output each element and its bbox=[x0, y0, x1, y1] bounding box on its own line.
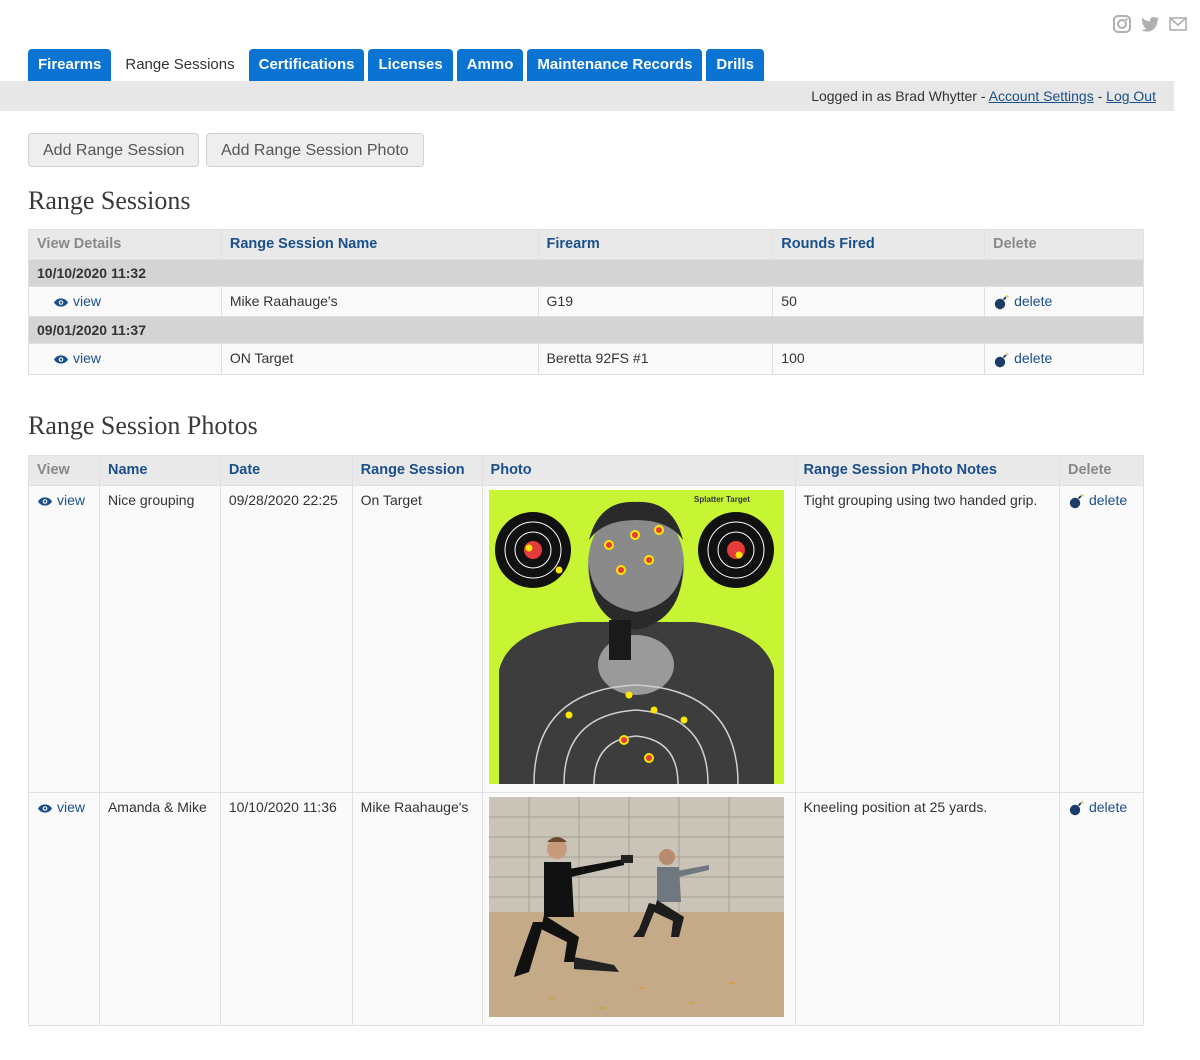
rounds-cell: 100 bbox=[772, 343, 986, 375]
social-links bbox=[1112, 14, 1188, 34]
logout-link[interactable]: Log Out bbox=[1106, 88, 1156, 104]
delete-cell: delete bbox=[984, 285, 1144, 318]
delete-cell: delete bbox=[984, 343, 1144, 375]
photo-name-cell: Amanda & Mike bbox=[98, 792, 221, 1026]
delete-link[interactable]: delete bbox=[993, 350, 1053, 367]
firearm-cell: Beretta 92FS #1 bbox=[537, 343, 774, 375]
view-label: view bbox=[73, 293, 102, 309]
view-link[interactable]: view bbox=[37, 799, 85, 815]
view-cell: view bbox=[28, 485, 100, 793]
range-session-photos-table: View Name Date Range Session Photo Range… bbox=[28, 455, 1145, 1026]
photo-cell: Splatter Target bbox=[481, 485, 796, 793]
view-cell: view bbox=[28, 285, 222, 318]
tab-range-sessions[interactable]: Range Sessions bbox=[115, 49, 245, 81]
column-header: View Details bbox=[28, 229, 222, 260]
bomb-icon bbox=[994, 352, 1009, 367]
table-row: view Nice grouping 09/28/2020 22:25 On T… bbox=[28, 485, 1145, 793]
column-header: Delete bbox=[1058, 455, 1145, 486]
tab-drills[interactable]: Drills bbox=[706, 49, 764, 81]
column-header[interactable]: Photo bbox=[481, 455, 796, 486]
username: Brad Whytter bbox=[895, 88, 977, 104]
delete-label: delete bbox=[1088, 799, 1128, 815]
table-header-row: View Name Date Range Session Photo Range… bbox=[28, 455, 1145, 486]
firearm-cell: G19 bbox=[537, 285, 774, 318]
table-header-row: View Details Range Session Name Firearm … bbox=[28, 229, 1144, 260]
photo-session-cell: On Target bbox=[351, 485, 483, 793]
range-photo[interactable] bbox=[488, 797, 784, 1017]
main-tabs: Firearms Range Sessions Certifications L… bbox=[28, 49, 764, 81]
photo-cell bbox=[481, 792, 796, 1026]
range-sessions-table: View Details Range Session Name Firearm … bbox=[28, 229, 1144, 375]
tab-ammo[interactable]: Ammo bbox=[456, 49, 524, 81]
view-link[interactable]: view bbox=[53, 293, 101, 309]
column-header[interactable]: Rounds Fired bbox=[772, 229, 986, 260]
delete-cell: delete bbox=[1058, 485, 1145, 793]
twitter-icon[interactable] bbox=[1140, 14, 1160, 34]
account-settings-link[interactable]: Account Settings bbox=[989, 88, 1094, 104]
column-header[interactable]: Date bbox=[219, 455, 353, 486]
photo-name-cell: Nice grouping bbox=[98, 485, 221, 793]
logged-in-prefix: Logged in as bbox=[811, 88, 896, 104]
separator: - bbox=[976, 88, 989, 104]
column-header: View bbox=[28, 455, 100, 486]
eye-icon bbox=[54, 355, 68, 364]
range-session-photos-heading: Range Session Photos bbox=[28, 411, 258, 440]
delete-label: delete bbox=[1014, 293, 1053, 309]
column-header[interactable]: Range Session Name bbox=[220, 229, 539, 260]
session-name-cell: Mike Raahauge's bbox=[220, 285, 539, 318]
delete-cell: delete bbox=[1058, 792, 1145, 1026]
photo-date-cell: 10/10/2020 11:36 bbox=[219, 792, 353, 1026]
instagram-icon[interactable] bbox=[1112, 14, 1132, 34]
eye-icon bbox=[38, 804, 52, 813]
column-header[interactable]: Range Session bbox=[351, 455, 483, 486]
add-range-session-button[interactable]: Add Range Session bbox=[28, 133, 200, 167]
view-label: view bbox=[73, 350, 102, 367]
view-label: view bbox=[57, 492, 86, 508]
user-bar: Logged in as Brad Whytter - Account Sett… bbox=[0, 81, 1174, 111]
view-link[interactable]: view bbox=[37, 492, 85, 508]
table-row: view Mike Raahauge's G19 50 delete bbox=[28, 285, 1144, 318]
group-row: 09/01/2020 11:37 bbox=[28, 316, 1144, 345]
eye-icon bbox=[54, 298, 68, 307]
column-header: Delete bbox=[984, 229, 1144, 260]
view-cell: view bbox=[28, 792, 100, 1026]
delete-label: delete bbox=[1014, 350, 1053, 367]
photo-notes-cell: Kneeling position at 25 yards. bbox=[794, 792, 1060, 1026]
add-range-session-photo-button[interactable]: Add Range Session Photo bbox=[206, 133, 424, 167]
session-name-cell: ON Target bbox=[220, 343, 539, 375]
view-link[interactable]: view bbox=[53, 350, 101, 366]
delete-link[interactable]: delete bbox=[1068, 492, 1128, 509]
tab-certifications[interactable]: Certifications bbox=[248, 49, 365, 81]
separator: - bbox=[1093, 88, 1107, 104]
target-label: Splatter Target bbox=[694, 495, 750, 504]
column-header[interactable]: Name bbox=[98, 455, 221, 486]
eye-icon bbox=[38, 497, 52, 506]
tab-maintenance-records[interactable]: Maintenance Records bbox=[527, 49, 703, 81]
delete-link[interactable]: delete bbox=[1068, 799, 1128, 816]
tab-firearms[interactable]: Firearms bbox=[28, 49, 112, 81]
table-row: view ON Target Beretta 92FS #1 100 delet… bbox=[28, 343, 1144, 375]
bomb-icon bbox=[994, 295, 1009, 310]
view-cell: view bbox=[28, 343, 222, 375]
column-header[interactable]: Range Session Photo Notes bbox=[794, 455, 1060, 486]
delete-link[interactable]: delete bbox=[993, 293, 1053, 310]
photo-notes-cell: Tight grouping using two handed grip. bbox=[794, 485, 1060, 793]
view-label: view bbox=[57, 799, 86, 815]
bomb-icon bbox=[1069, 494, 1084, 509]
photo-session-cell: Mike Raahauge's bbox=[351, 792, 483, 1026]
tab-licenses[interactable]: Licenses bbox=[368, 49, 453, 81]
group-date: 10/10/2020 11:32 bbox=[28, 259, 1144, 287]
photo-date-cell: 09/28/2020 22:25 bbox=[219, 485, 353, 793]
bomb-icon bbox=[1069, 801, 1084, 816]
target-photo[interactable]: Splatter Target bbox=[488, 490, 784, 784]
group-row: 10/10/2020 11:32 bbox=[28, 259, 1144, 287]
range-sessions-heading: Range Sessions bbox=[28, 186, 191, 215]
column-header[interactable]: Firearm bbox=[537, 229, 774, 260]
delete-label: delete bbox=[1088, 492, 1128, 508]
table-row: view Amanda & Mike 10/10/2020 11:36 Mike… bbox=[28, 792, 1145, 1026]
rounds-cell: 50 bbox=[772, 285, 986, 318]
group-date: 09/01/2020 11:37 bbox=[28, 316, 1144, 345]
mail-icon[interactable] bbox=[1168, 14, 1188, 34]
